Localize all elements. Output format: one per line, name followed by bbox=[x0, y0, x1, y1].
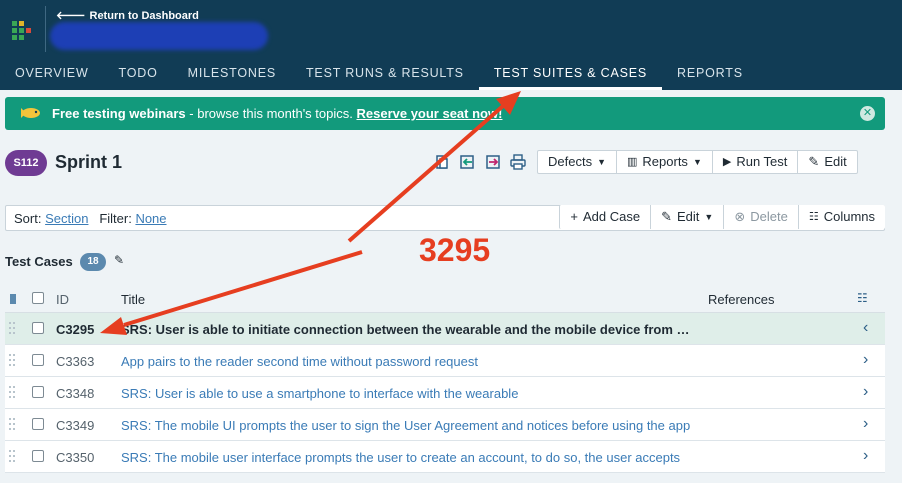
tab-todo[interactable]: TODO bbox=[104, 58, 173, 90]
chevron-down-icon: ▼ bbox=[692, 157, 702, 167]
row-checkbox[interactable] bbox=[32, 418, 44, 430]
column-title[interactable]: Title bbox=[121, 292, 145, 307]
megaphone-icon bbox=[21, 108, 40, 118]
chevron-down-icon: ▼ bbox=[704, 212, 714, 222]
case-title[interactable]: SRS: User is able to initiate connection… bbox=[121, 322, 691, 337]
edit-suite-button[interactable]: ✎ Edit bbox=[798, 151, 856, 173]
header-divider bbox=[45, 6, 46, 52]
case-id[interactable]: C3363 bbox=[56, 354, 94, 369]
main-nav: OVERVIEW TODO MILESTONES TEST RUNS & RES… bbox=[0, 58, 758, 90]
case-title[interactable]: SRS: The mobile UI prompts the user to s… bbox=[121, 418, 691, 433]
edit-cases-button[interactable]: ✎ Edit ▼ bbox=[651, 205, 725, 229]
case-toolbar: Sort: Section Filter: None + Add Case ✎ Ed… bbox=[5, 205, 885, 231]
case-title[interactable]: SRS: User is able to use a smartphone to… bbox=[121, 386, 691, 401]
drag-handle-icon[interactable] bbox=[9, 418, 17, 430]
copy-icon[interactable] bbox=[434, 154, 450, 170]
banner-text: - browse this month's topics. bbox=[185, 106, 357, 121]
delete-cases-button[interactable]: ⊗ Delete bbox=[724, 205, 799, 229]
page-title: Sprint 1 bbox=[55, 152, 123, 172]
table-row[interactable]: C3295 SRS: User is able to initiate conn… bbox=[5, 313, 885, 345]
tab-milestones[interactable]: MILESTONES bbox=[173, 58, 291, 90]
reserve-seat-link[interactable]: Reserve your seat now! bbox=[356, 106, 502, 121]
top-header: 🡐 Return to Dashboard OVERVIEW TODO MILES… bbox=[0, 0, 902, 90]
testrail-logo-icon[interactable] bbox=[12, 21, 34, 43]
case-id[interactable]: C3349 bbox=[56, 418, 94, 433]
chevron-right-icon[interactable]: › bbox=[863, 351, 868, 369]
row-checkbox[interactable] bbox=[32, 322, 44, 334]
table-header: ID Title References ☷ bbox=[5, 285, 885, 313]
columns-icon: ☷ bbox=[808, 211, 819, 223]
chevron-right-icon[interactable]: › bbox=[863, 415, 868, 433]
play-circle-icon: ▶ bbox=[722, 156, 732, 168]
table-row[interactable]: C3349 SRS: The mobile UI prompts the use… bbox=[5, 409, 885, 441]
arrow-left-icon: 🡐 bbox=[56, 10, 86, 22]
chevron-right-icon[interactable]: › bbox=[863, 383, 868, 401]
case-id[interactable]: C3350 bbox=[56, 450, 94, 465]
chevron-down-icon: ▼ bbox=[597, 157, 606, 167]
defects-button[interactable]: Defects ▼ bbox=[538, 151, 617, 173]
column-references[interactable]: References bbox=[708, 292, 774, 307]
import-icon[interactable] bbox=[459, 154, 475, 170]
webinar-banner: Free testing webinars - browse this mont… bbox=[5, 97, 885, 130]
drag-handle-icon[interactable] bbox=[9, 322, 17, 334]
chevron-right-icon[interactable]: › bbox=[863, 447, 868, 465]
drag-handle-icon[interactable] bbox=[9, 354, 17, 366]
drag-handle-icon[interactable] bbox=[9, 386, 17, 398]
section-toggle-icon[interactable] bbox=[10, 294, 16, 304]
export-icon[interactable] bbox=[485, 154, 501, 170]
tab-test-runs-results[interactable]: TEST RUNS & RESULTS bbox=[291, 58, 479, 90]
filter-none-link[interactable]: None bbox=[135, 211, 166, 226]
case-id[interactable]: C3348 bbox=[56, 386, 94, 401]
remove-circle-icon: ⊗ bbox=[734, 209, 746, 224]
plus-icon: + bbox=[570, 209, 579, 224]
case-actions: + Add Case ✎ Edit ▼ ⊗ Delete ☷ Columns bbox=[559, 205, 885, 229]
redacted-project-name bbox=[50, 22, 268, 50]
add-case-button[interactable]: + Add Case bbox=[560, 205, 652, 229]
case-id[interactable]: C3295 bbox=[56, 322, 94, 337]
case-title[interactable]: App pairs to the reader second time with… bbox=[121, 354, 691, 369]
annotation-label: 3295 bbox=[419, 232, 491, 268]
table-row[interactable]: C3348 SRS: User is able to use a smartph… bbox=[5, 377, 885, 409]
column-id[interactable]: ID bbox=[56, 292, 69, 307]
section-title: Test Cases bbox=[5, 254, 73, 269]
columns-button[interactable]: ☷ Columns bbox=[799, 205, 885, 229]
pencil-icon: ✎ bbox=[661, 209, 673, 224]
suite-actions: Defects ▼ ▥ Reports ▼ ▶ Run Test ✎ Edit bbox=[537, 150, 858, 174]
return-to-dashboard-link[interactable]: 🡐 Return to Dashboard bbox=[56, 8, 199, 22]
row-checkbox[interactable] bbox=[32, 450, 44, 462]
sort-section-link[interactable]: Section bbox=[45, 211, 88, 226]
drag-handle-icon[interactable] bbox=[9, 450, 17, 462]
reports-button[interactable]: ▥ Reports ▼ bbox=[617, 151, 713, 173]
column-settings-icon[interactable]: ☷ bbox=[857, 291, 868, 305]
run-test-button[interactable]: ▶ Run Test bbox=[713, 151, 799, 173]
tab-overview[interactable]: OVERVIEW bbox=[0, 58, 104, 90]
select-all-checkbox[interactable] bbox=[32, 292, 44, 304]
chevron-left-icon[interactable]: ‹ bbox=[863, 319, 868, 337]
row-checkbox[interactable] bbox=[32, 354, 44, 366]
test-cases-table: ID Title References ☷ C3295 SRS: User is… bbox=[5, 285, 885, 473]
banner-bold-text: Free testing webinars bbox=[52, 106, 186, 121]
row-checkbox[interactable] bbox=[32, 386, 44, 398]
case-title[interactable]: SRS: The mobile user interface prompts t… bbox=[121, 450, 691, 465]
pencil-icon: ✎ bbox=[808, 154, 820, 169]
table-row[interactable]: C3350 SRS: The mobile user interface pro… bbox=[5, 441, 885, 473]
print-icon[interactable] bbox=[510, 154, 526, 170]
close-icon[interactable]: ✕ bbox=[860, 106, 875, 121]
tab-test-suites-cases[interactable]: TEST SUITES & CASES bbox=[478, 58, 663, 90]
bar-chart-icon: ▥ bbox=[627, 156, 638, 168]
tab-reports[interactable]: REPORTS bbox=[662, 58, 758, 90]
case-count-badge: 18 bbox=[80, 253, 106, 271]
suite-badge: S112 bbox=[5, 150, 47, 176]
edit-section-icon[interactable]: ✎ bbox=[114, 253, 124, 267]
table-row[interactable]: C3363 App pairs to the reader second tim… bbox=[5, 345, 885, 377]
